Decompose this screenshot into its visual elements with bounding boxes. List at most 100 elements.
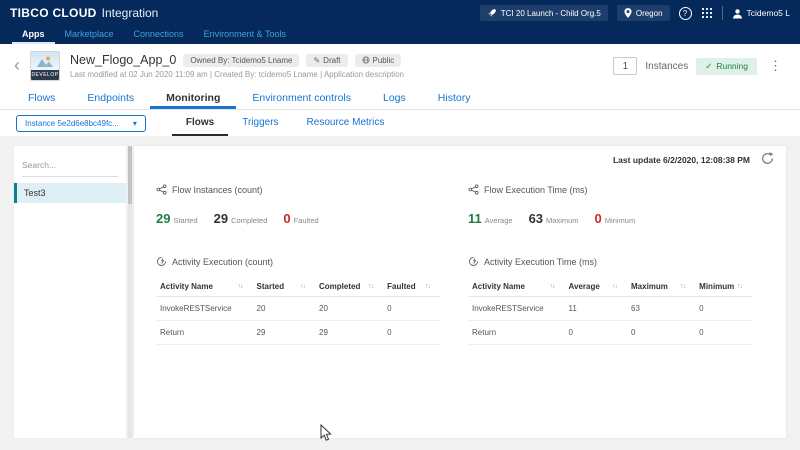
last-update-label: Last update 6/2/2020, 12:08:38 PM <box>613 155 750 165</box>
org-selector[interactable]: TCI 20 Launch - Child Org.5 <box>480 5 608 21</box>
sort-icon[interactable]: ↑↓ <box>680 283 691 290</box>
activity-time-table: Activity Name↑↓ Average↑↓ Maximum↑↓ Mini… <box>468 277 752 345</box>
tab-endpoints[interactable]: Endpoints <box>71 88 150 109</box>
chevron-down-icon: ▾ <box>133 119 137 128</box>
instance-row: Instance 5e2d6e8bc49fc... ▾ Flows Trigge… <box>0 110 800 136</box>
draft-label: Draft <box>323 56 340 65</box>
subtab-resource-metrics[interactable]: Resource Metrics <box>293 110 399 136</box>
flows-sidebar: Test3 <box>14 146 126 438</box>
flow-exec-time-title: Flow Execution Time (ms) <box>484 185 588 195</box>
cell-minimum: 0 <box>695 297 752 321</box>
monitoring-content: Test3 Last update 6/2/2020, 12:08:38 PM … <box>0 136 800 450</box>
org-label: TCI 20 Launch - Child Org.5 <box>501 9 601 18</box>
nav-item-apps[interactable]: Apps <box>12 26 55 44</box>
tab-logs[interactable]: Logs <box>367 88 422 109</box>
globe-icon <box>362 56 370 64</box>
search-input[interactable] <box>22 160 118 170</box>
subtab-flows[interactable]: Flows <box>172 110 228 136</box>
col-activity-name: Activity Name <box>160 282 213 291</box>
activity-tables-row: Activity Execution (count) Activity Name… <box>148 256 772 345</box>
cell-faulted: 0 <box>383 297 440 321</box>
sort-icon[interactable]: ↑↓ <box>425 283 436 290</box>
more-options-button[interactable]: ⋮ <box>765 58 786 74</box>
activity-execution-section: Activity Execution (count) Activity Name… <box>148 256 460 345</box>
brand-product-name: Integration <box>102 6 159 20</box>
flow-exec-time-group: Flow Execution Time (ms) 11Average 63Max… <box>460 184 772 226</box>
develop-ribbon: DEVELOP <box>31 70 59 80</box>
flogo-art-icon <box>37 55 53 67</box>
app-icon: DEVELOP <box>30 51 60 81</box>
app-title-block: New_Flogo_App_0 Owned By: Tcidemo5 Lname… <box>70 53 404 79</box>
sort-icon[interactable]: ↑↓ <box>300 283 311 290</box>
subtab-triggers[interactable]: Triggers <box>228 110 292 136</box>
scrollbar[interactable] <box>128 146 132 438</box>
refresh-button[interactable] <box>761 152 774 170</box>
tab-environment-controls[interactable]: Environment controls <box>236 88 367 109</box>
app-grid-icon[interactable] <box>701 7 713 19</box>
app-title: New_Flogo_App_0 <box>70 53 176 67</box>
subtab-label: Flows <box>186 117 214 128</box>
metric-minimum: 0Minimum <box>595 211 636 226</box>
cell-minimum: 0 <box>695 321 752 345</box>
brand-logo: TIBCO CLOUD <box>10 6 97 20</box>
table-header-row: Activity Name↑↓ Average↑↓ Maximum↑↓ Mini… <box>468 277 752 297</box>
help-icon: ? <box>683 9 687 18</box>
cell-activity-name: Return <box>156 321 253 345</box>
tab-label: Flows <box>28 92 55 104</box>
app-header: ‹ DEVELOP New_Flogo_App_0 Owned By: Tcid… <box>0 44 800 88</box>
user-menu[interactable]: Tcidemo5 L <box>732 8 790 19</box>
activity-time-icon <box>468 256 479 267</box>
region-selector[interactable]: Oregon <box>617 5 670 21</box>
primary-nav: Apps Marketplace Connections Environment… <box>0 26 800 44</box>
cell-activity-name: InvokeRESTService <box>156 297 253 321</box>
app-meta: Last modified at 02 Jun 2020 11:09 am | … <box>70 70 404 79</box>
tab-history[interactable]: History <box>422 88 487 109</box>
app-icon-art <box>31 52 59 70</box>
header-right-cluster: 1 Instances ✓ Running ⋮ <box>613 57 786 75</box>
tab-label: Monitoring <box>166 92 220 104</box>
topbar-divider <box>722 6 723 20</box>
nav-item-environment-tools[interactable]: Environment & Tools <box>194 26 296 44</box>
instance-selected-value: Instance 5e2d6e8bc49fc... <box>25 119 119 128</box>
col-minimum: Minimum <box>699 282 734 291</box>
activity-time-section: Activity Execution Time (ms) Activity Na… <box>460 256 772 345</box>
subtab-label: Triggers <box>242 117 278 128</box>
sort-icon[interactable]: ↑↓ <box>612 283 623 290</box>
metrics-card: Last update 6/2/2020, 12:08:38 PM Flow I… <box>134 146 786 438</box>
tab-label: Environment controls <box>252 92 351 104</box>
instances-count-box[interactable]: 1 <box>613 57 637 75</box>
nav-label: Environment & Tools <box>204 29 286 39</box>
mouse-cursor <box>320 424 332 442</box>
table-row: InvokeRESTService 20 20 0 <box>156 297 440 321</box>
flow-instances-group: Flow Instances (count) 29Started 29Compl… <box>148 184 460 226</box>
cell-activity-name: Return <box>468 321 565 345</box>
table-row: InvokeRESTService 11 63 0 <box>468 297 752 321</box>
nav-item-connections[interactable]: Connections <box>124 26 194 44</box>
flow-list-item[interactable]: Test3 <box>14 183 126 203</box>
tab-label: Logs <box>383 92 406 104</box>
help-button[interactable]: ? <box>679 7 692 20</box>
col-completed: Completed <box>319 282 360 291</box>
flow-time-icon <box>468 184 479 195</box>
public-label: Public <box>373 56 395 65</box>
search-box <box>22 155 118 177</box>
sort-icon[interactable]: ↑↓ <box>368 283 379 290</box>
tab-flows[interactable]: Flows <box>12 88 71 109</box>
sort-icon[interactable]: ↑↓ <box>238 283 249 290</box>
col-average: Average <box>569 282 600 291</box>
nav-item-marketplace[interactable]: Marketplace <box>55 26 124 44</box>
cell-maximum: 63 <box>627 297 695 321</box>
instances-label: Instances <box>645 61 688 72</box>
cell-activity-name: InvokeRESTService <box>468 297 565 321</box>
tab-monitoring[interactable]: Monitoring <box>150 88 236 109</box>
back-button[interactable]: ‹ <box>14 56 20 74</box>
topbar-right-cluster: TCI 20 Launch - Child Org.5 Oregon ? Tci… <box>480 5 790 21</box>
sort-icon[interactable]: ↑↓ <box>550 283 561 290</box>
col-faulted: Faulted <box>387 282 415 291</box>
scrollbar-thumb[interactable] <box>128 146 132 204</box>
table-header-row: Activity Name↑↓ Started↑↓ Completed↑↓ Fa… <box>156 277 440 297</box>
metric-completed: 29Completed <box>214 211 268 226</box>
monitoring-subtabs: Flows Triggers Resource Metrics <box>172 110 398 136</box>
sort-icon[interactable]: ↑↓ <box>737 283 748 290</box>
instance-dropdown[interactable]: Instance 5e2d6e8bc49fc... ▾ <box>16 115 146 132</box>
